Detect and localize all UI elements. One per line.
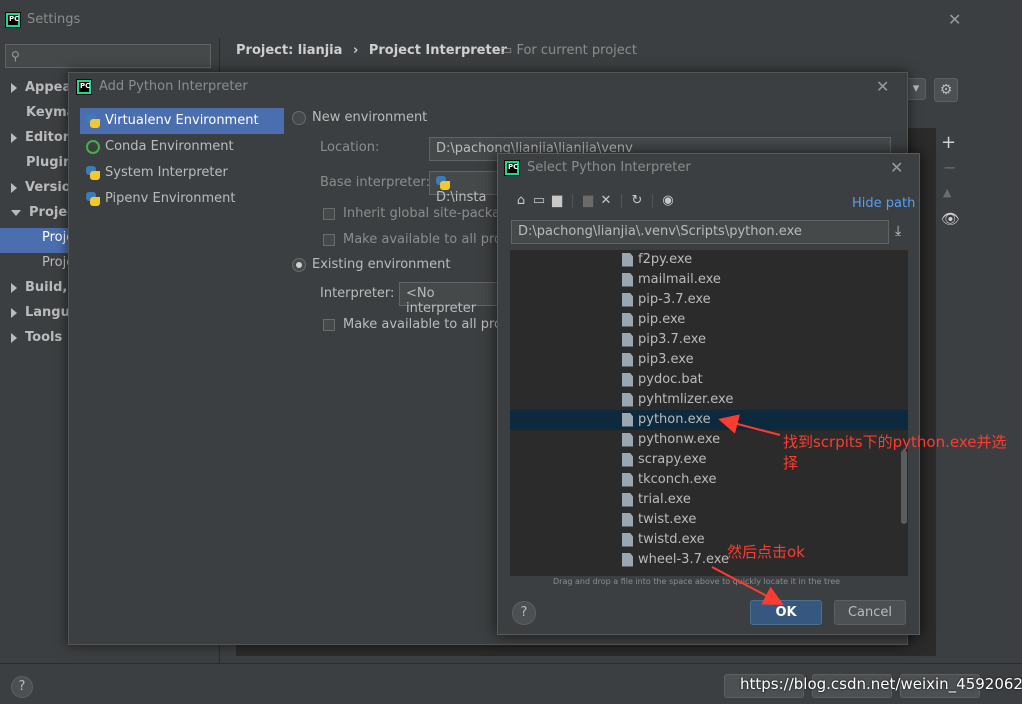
watermark: https://blog.csdn.net/weixin_45920625 <box>740 675 1022 693</box>
annotation-find-python: 找到scrpits下的python.exe并选择 <box>783 432 1019 474</box>
logo-text: PC <box>9 15 20 23</box>
logo-text: PC <box>508 163 519 171</box>
annotation-find-python-text: 找到scrpits下的python.exe并选择 <box>783 433 1007 472</box>
arrow-to-python-exe <box>718 414 781 436</box>
logo-text: PC <box>80 82 91 90</box>
arrow-to-ok-button <box>711 566 784 605</box>
annotation-click-ok: 然后点击ok <box>727 543 805 561</box>
annotation-arrows <box>711 414 784 605</box>
